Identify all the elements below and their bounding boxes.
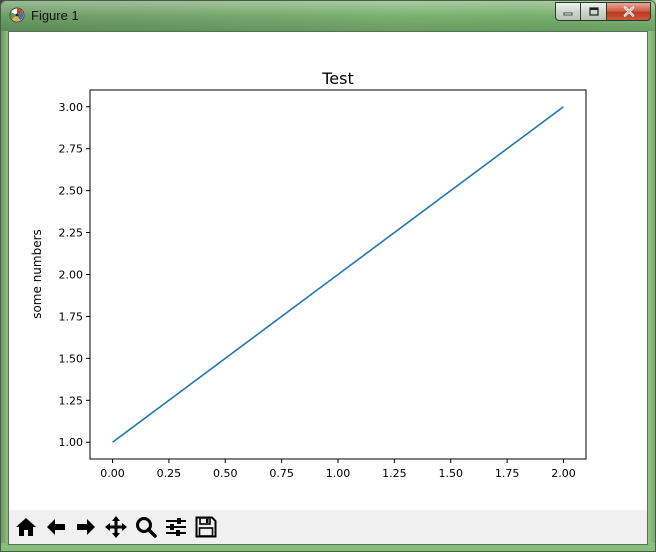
chart-title: Test [321, 69, 354, 88]
back-arrow-icon [47, 519, 65, 535]
close-button[interactable] [607, 2, 651, 21]
back-button[interactable] [42, 513, 70, 541]
home-button[interactable] [12, 513, 40, 541]
minimize-icon [563, 12, 573, 15]
subplots-button[interactable] [162, 513, 190, 541]
save-floppy-icon [195, 516, 217, 538]
minimize-button[interactable] [555, 2, 581, 21]
x-tick-label: 1.00 [326, 467, 351, 480]
x-axis-ticks: 0.00 0.25 0.50 0.75 1.00 1.25 1.50 1.75 2.00 [100, 459, 576, 480]
home-icon [16, 518, 36, 536]
x-tick-label: 1.25 [382, 467, 407, 480]
y-tick-label: 3.00 [59, 101, 84, 114]
series-group [112, 106, 564, 443]
window-title: Figure 1 [31, 8, 79, 23]
figure-canvas[interactable]: Test 0.00 0.25 0.50 0.75 1.00 1.25 1.50 1.75 2.0… [9, 32, 647, 510]
series-line [112, 106, 564, 443]
x-tick-label: 0.00 [100, 467, 125, 480]
zoom-button[interactable] [132, 513, 160, 541]
x-tick-label: 2.00 [551, 467, 576, 480]
matplotlib-app-icon [9, 7, 25, 23]
maximize-button[interactable] [581, 2, 607, 21]
forward-arrow-icon [77, 519, 95, 535]
navigation-toolbar [9, 510, 647, 544]
y-tick-label: 1.75 [59, 310, 84, 323]
forward-button[interactable] [72, 513, 100, 541]
figure-client-area: Test 0.00 0.25 0.50 0.75 1.00 1.25 1.50 1.75 2.0… [8, 31, 648, 545]
y-axis-label: some numbers [30, 229, 44, 319]
y-tick-label: 1.50 [59, 352, 84, 365]
y-tick-label: 1.25 [59, 394, 84, 407]
subplots-config-icon [166, 518, 186, 536]
line-chart: Test 0.00 0.25 0.50 0.75 1.00 1.25 1.50 1.75 2.0… [30, 69, 587, 480]
y-tick-label: 1.00 [59, 436, 84, 449]
save-button[interactable] [192, 513, 220, 541]
figure-window: Figure 1 Test 0.00 0.25 0.50 0.75 1.00 1… [0, 0, 656, 552]
close-icon [623, 6, 634, 17]
caption-buttons [555, 2, 651, 22]
x-tick-label: 0.50 [213, 467, 238, 480]
y-tick-label: 2.50 [59, 185, 84, 198]
x-tick-label: 0.25 [157, 467, 182, 480]
x-tick-label: 0.75 [269, 467, 294, 480]
y-axis-ticks: 1.00 1.25 1.50 1.75 2.00 2.25 2.50 2.75 3.00 [59, 101, 90, 449]
y-tick-label: 2.75 [59, 143, 84, 156]
zoom-magnifier-icon [136, 517, 157, 538]
x-tick-label: 1.75 [495, 467, 520, 480]
title-bar[interactable]: Figure 1 [1, 1, 655, 31]
window-frame-left [1, 31, 8, 551]
maximize-icon [588, 7, 599, 16]
y-tick-label: 2.00 [59, 269, 84, 282]
pan-move-icon [105, 516, 127, 538]
pan-button[interactable] [102, 513, 130, 541]
x-tick-label: 1.50 [438, 467, 463, 480]
y-tick-label: 2.25 [59, 227, 84, 240]
